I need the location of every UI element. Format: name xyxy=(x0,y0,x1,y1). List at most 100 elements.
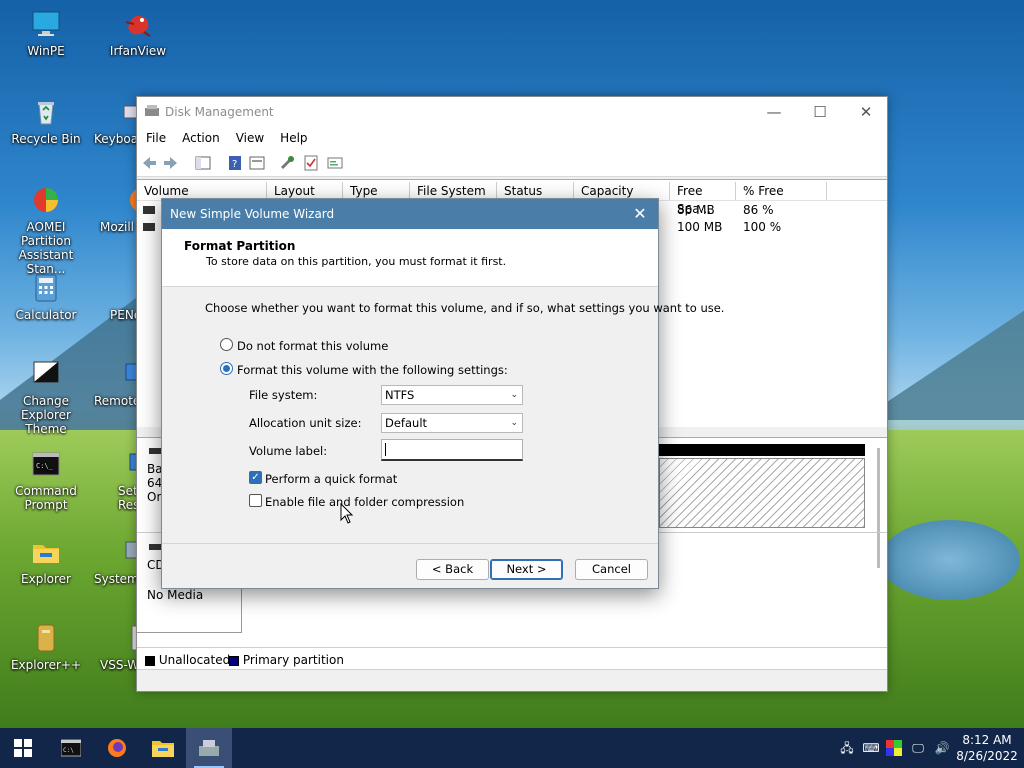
unallocated-region[interactable] xyxy=(659,458,865,528)
taskbar: C:\ 🖧 ⌨ 🖵 🔊 8:12 AM 8/26/2022 xyxy=(0,728,1024,768)
close-icon: ✕ xyxy=(633,204,647,223)
display-icon[interactable]: 🖵 xyxy=(909,739,927,757)
minimize-button[interactable]: — xyxy=(751,97,797,127)
scrollbar[interactable] xyxy=(877,448,880,568)
row-percent-free: 86 % xyxy=(743,203,774,217)
desktop-icon-change-explorer-theme[interactable]: Change Explorer Theme xyxy=(0,358,92,436)
desktop-icon-label: Remote xyxy=(94,394,141,408)
minimize-icon: — xyxy=(766,103,782,121)
forward-arrow-icon[interactable] xyxy=(163,155,179,171)
volume-speaker-icon[interactable]: 🔊 xyxy=(933,739,951,757)
svg-text:?: ? xyxy=(232,159,237,170)
firefox-icon xyxy=(108,739,126,757)
volume-label-label: Volume label: xyxy=(249,444,328,458)
menu-view[interactable]: View xyxy=(227,127,271,145)
connect-icon[interactable] xyxy=(279,155,295,171)
desktop-icon-label: IrfanView xyxy=(109,44,167,58)
volume-icon xyxy=(143,206,155,214)
window-titlebar[interactable]: Disk Management — ☐ ✕ xyxy=(137,97,887,127)
quick-format-label[interactable]: Perform a quick format xyxy=(265,472,397,486)
next-button[interactable]: Next > xyxy=(490,559,563,580)
desktop-icon-recycle-bin[interactable]: Recycle Bin xyxy=(0,96,92,146)
chevron-down-icon: ⌄ xyxy=(510,418,518,428)
file-system-value: NTFS xyxy=(385,388,415,402)
desktop-icon-label: Command Prompt xyxy=(15,484,77,512)
clock-date: 8/26/2022 xyxy=(956,749,1018,763)
legend: Unallocated Primary partition xyxy=(137,647,887,669)
taskbar-command-prompt[interactable]: C:\ xyxy=(48,728,94,768)
background-lake xyxy=(880,520,1020,600)
allocation-unit-label: Allocation unit size: xyxy=(249,416,362,430)
desktop-icon-label: AOMEI Partition Assistant Stan... xyxy=(18,220,74,276)
allocation-unit-value: Default xyxy=(385,416,428,430)
desktop-icon-label: Change Explorer Theme xyxy=(21,394,71,436)
keyboard-icon[interactable]: ⌨ xyxy=(862,739,880,757)
wizard-footer-separator xyxy=(162,543,658,544)
legend-primary-partition: Primary partition xyxy=(229,653,344,667)
svg-text:C:\: C:\ xyxy=(63,747,74,754)
desktop-icon-explorer[interactable]: Explorer xyxy=(0,536,92,586)
checklist-icon[interactable] xyxy=(303,155,319,171)
command-prompt-icon: C:\_ xyxy=(32,452,60,476)
back-button[interactable]: < Back xyxy=(416,559,489,580)
row-free-space: 86 MB xyxy=(677,203,715,217)
compression-checkbox[interactable] xyxy=(249,494,262,507)
wizard-heading: Format Partition xyxy=(184,239,296,253)
radio-format-label[interactable]: Format this volume with the following se… xyxy=(237,363,508,377)
legend-swatch xyxy=(145,655,155,666)
taskbar-firefox[interactable] xyxy=(94,728,140,768)
maximize-button[interactable]: ☐ xyxy=(797,97,843,127)
unallocated-bar xyxy=(659,444,865,456)
color-picker-icon[interactable] xyxy=(885,739,903,757)
cancel-button[interactable]: Cancel xyxy=(575,559,648,580)
status-bar xyxy=(137,669,887,691)
wizard-close-button[interactable]: ✕ xyxy=(628,202,652,226)
properties-icon[interactable] xyxy=(249,155,265,171)
quick-format-checkbox[interactable]: ✓ xyxy=(249,471,262,484)
menu-action[interactable]: Action xyxy=(173,127,227,145)
compression-label[interactable]: Enable file and folder compression xyxy=(265,495,464,509)
menu-file[interactable]: File xyxy=(137,127,173,145)
disk-icon xyxy=(149,448,161,454)
calculator-icon xyxy=(35,274,57,302)
file-system-select[interactable]: NTFS ⌄ xyxy=(381,385,523,405)
desktop-icon-command-prompt[interactable]: C:\_ Command Prompt xyxy=(0,448,92,512)
chevron-down-icon: ⌄ xyxy=(510,390,518,400)
network-icon[interactable]: 🖧 xyxy=(838,739,856,757)
radio-do-not-format[interactable] xyxy=(220,338,233,351)
close-button[interactable]: ✕ xyxy=(843,97,889,127)
volume-label-input[interactable] xyxy=(381,439,523,461)
aomei-partition-icon xyxy=(34,188,58,212)
help-icon[interactable]: ? xyxy=(227,155,243,171)
wizard-titlebar[interactable]: New Simple Volume Wizard ✕ xyxy=(162,199,658,229)
desktop-icon-calculator[interactable]: Calculator xyxy=(0,272,92,322)
menu-bar: File Action View Help xyxy=(137,127,887,149)
console-tree-icon[interactable] xyxy=(195,155,211,171)
column-free-space[interactable]: Free Spa... xyxy=(670,182,736,216)
settings-list-icon[interactable] xyxy=(327,155,343,171)
desktop-icon-explorer-plus[interactable]: Explorer++ xyxy=(0,622,92,672)
monitor-icon xyxy=(32,11,60,36)
toolbar: ? xyxy=(137,149,887,177)
column-percent-free[interactable]: % Free xyxy=(736,182,827,200)
desktop-icon-irfanview[interactable]: IrfanView xyxy=(92,8,184,58)
desktop-icon-label: Explorer xyxy=(21,572,71,586)
start-button[interactable] xyxy=(0,728,46,768)
taskbar-file-explorer[interactable] xyxy=(140,728,186,768)
desktop-icon-label: WinPE xyxy=(27,44,65,58)
desktop-icon-winpe[interactable]: WinPE xyxy=(0,8,92,58)
new-simple-volume-wizard: New Simple Volume Wizard ✕ Format Partit… xyxy=(161,198,724,589)
cdrom-media: No Media xyxy=(147,588,204,602)
legend-swatch xyxy=(229,655,239,666)
wizard-subheading: To store data on this partition, you mus… xyxy=(206,255,507,268)
desktop-icon-aomei[interactable]: AOMEI Partition Assistant Stan... xyxy=(0,184,92,276)
menu-help[interactable]: Help xyxy=(271,127,314,145)
taskbar-disk-management[interactable] xyxy=(186,728,232,768)
radio-do-not-format-label[interactable]: Do not format this volume xyxy=(237,339,388,353)
radio-format[interactable] xyxy=(220,362,233,375)
cdrom-bottom-border xyxy=(137,632,242,633)
back-arrow-icon[interactable] xyxy=(141,155,157,171)
allocation-unit-select[interactable]: Default ⌄ xyxy=(381,413,523,433)
desktop-icon-label: Keyboa xyxy=(94,132,139,146)
system-clock[interactable]: 8:12 AM 8/26/2022 xyxy=(956,732,1018,764)
